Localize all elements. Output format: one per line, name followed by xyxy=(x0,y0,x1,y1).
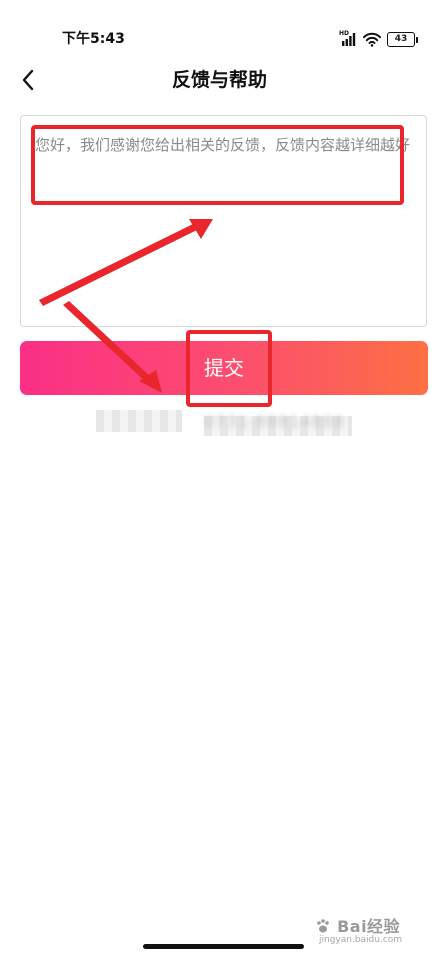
battery-icon: 43 xyxy=(387,31,418,47)
watermark-logo: Bai经验 jingyan.baidu.com xyxy=(315,911,427,951)
feedback-box xyxy=(20,115,427,327)
status-icons: HD 43 xyxy=(339,30,418,48)
home-indicator[interactable] xyxy=(143,944,304,949)
paw-icon xyxy=(317,919,329,933)
blurred-label xyxy=(96,410,182,432)
watermark-brand: Bai经验 xyxy=(315,913,400,937)
contact-phone[interactable]: 0731-88814888 xyxy=(204,412,345,431)
status-time: 下午5:43 xyxy=(62,31,125,47)
nav-bar: 反馈与帮助 xyxy=(0,60,439,100)
contact-row: 0731-88814888 xyxy=(96,408,352,436)
feedback-input[interactable] xyxy=(21,116,426,326)
hd-label: HD xyxy=(339,30,350,37)
wifi-icon xyxy=(363,32,381,47)
page-title: 反馈与帮助 xyxy=(171,69,267,91)
cellular-signal-icon: HD xyxy=(339,30,357,47)
status-bar: 下午5:43 HD 43 xyxy=(0,0,439,60)
submit-button[interactable]: 提交 xyxy=(20,341,428,395)
watermark-url: jingyan.baidu.com xyxy=(319,935,403,945)
